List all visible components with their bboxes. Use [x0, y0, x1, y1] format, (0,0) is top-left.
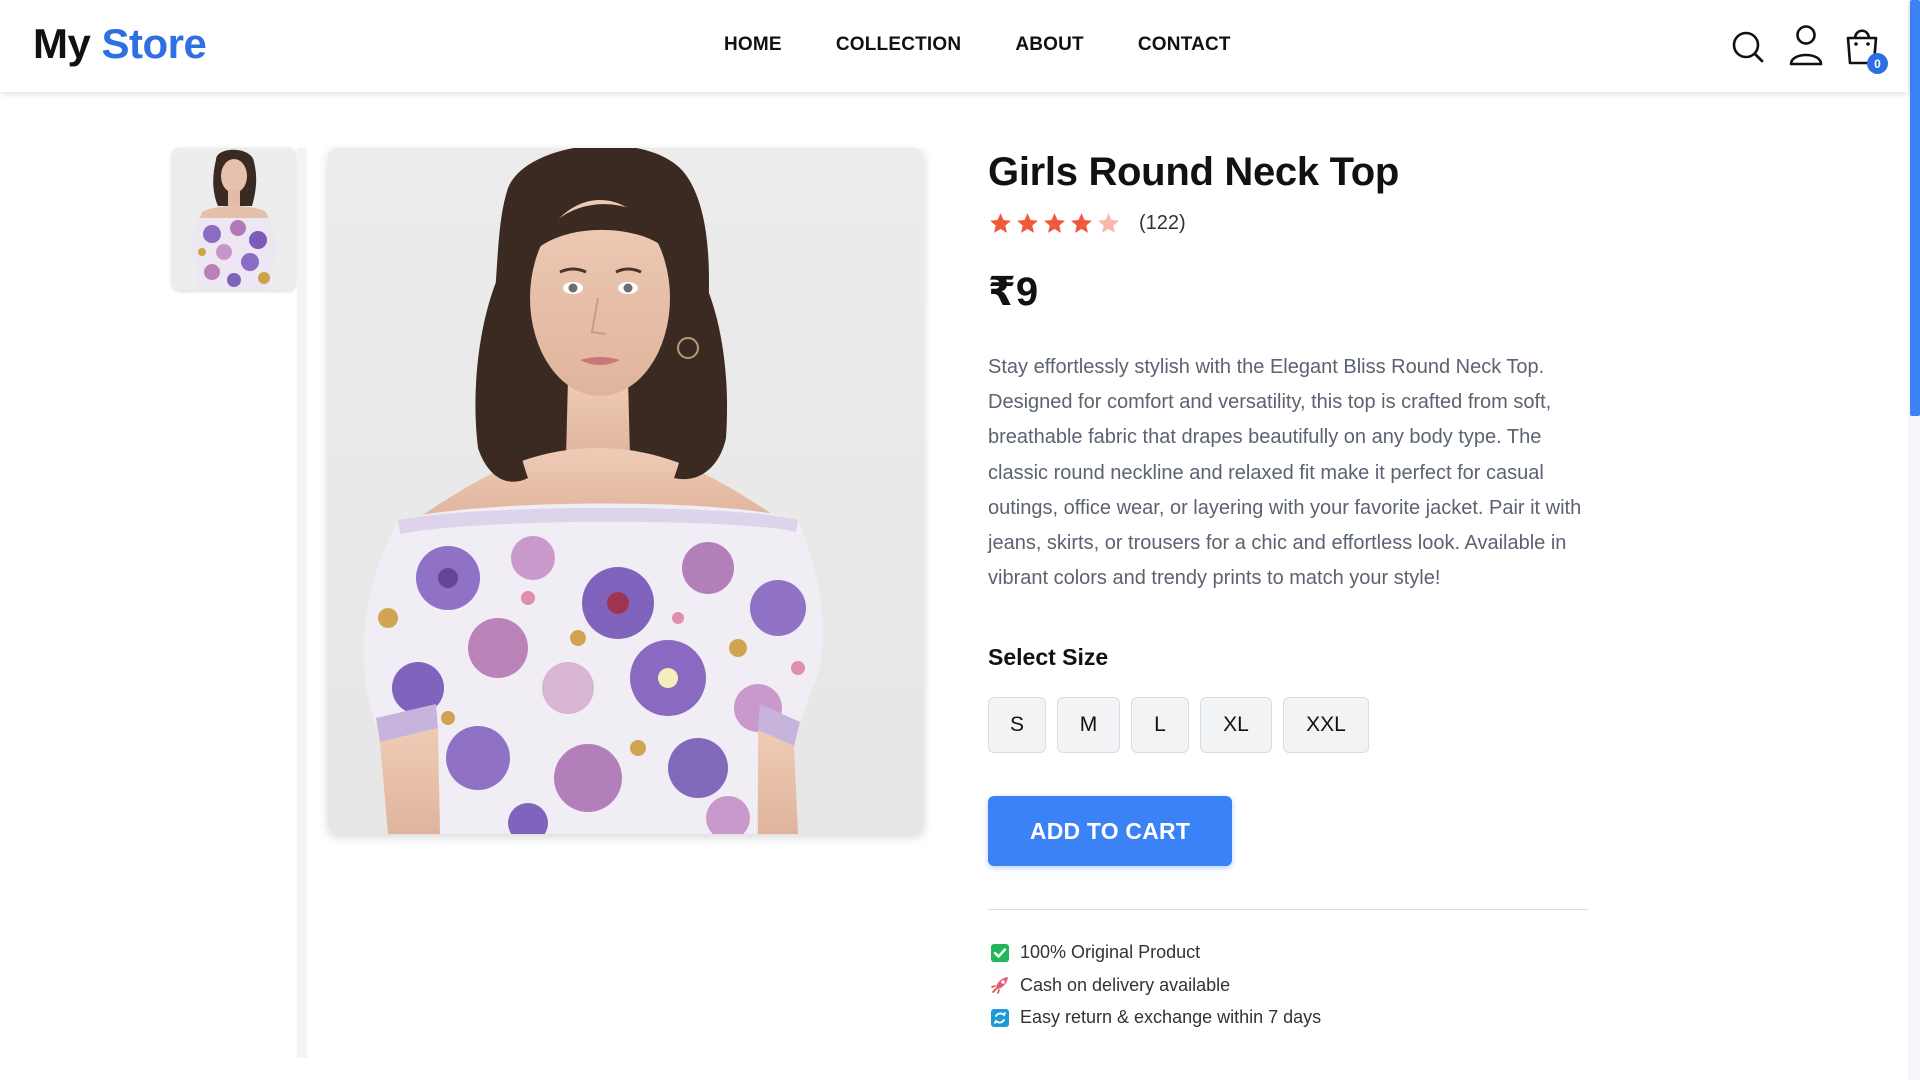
star-filled-icon: [990, 212, 1011, 233]
product-photo-main: [328, 148, 924, 834]
size-options: S M L XL XXL: [988, 697, 1588, 754]
perk-text: 100% Original Product: [1020, 942, 1201, 963]
main-nav: HOME COLLECTION ABOUT CONTACT: [724, 34, 1231, 56]
product-price: ₹9: [988, 270, 1039, 314]
add-to-cart-button[interactable]: ADD TO CART: [988, 796, 1232, 867]
rocket-icon: [990, 975, 1010, 995]
thumbnail-divider: [297, 148, 307, 1058]
product-thumbnail[interactable]: [172, 148, 296, 290]
rating-count: (122): [1139, 211, 1186, 234]
user-icon[interactable]: [1786, 22, 1826, 68]
site-header: My Store HOME COLLECTION ABOUT CONTACT 0: [0, 0, 1908, 92]
logo-text-accent: Store: [101, 20, 207, 67]
product-rating: (122): [988, 210, 1588, 236]
product-info: Girls Round Neck Top (122) ₹9 Stay effor…: [988, 148, 1588, 1034]
logo-text-primary: My: [33, 20, 91, 67]
star-empty-icon: [1098, 212, 1119, 233]
star-filled-icon: [1017, 212, 1038, 233]
scrollbar-thumb[interactable]: [1910, 0, 1920, 416]
star-filled-icon: [1044, 212, 1065, 233]
perk-item: 100% Original Product: [988, 936, 1588, 969]
nav-home-link[interactable]: HOME: [724, 34, 782, 56]
check-box-icon: [990, 943, 1010, 963]
star-filled-icon: [1071, 212, 1092, 233]
product-perks: 100% Original Product Cash on delivery a…: [988, 936, 1588, 1034]
search-icon[interactable]: [1728, 22, 1768, 68]
product-description: Stay effortlessly stylish with the Elega…: [988, 356, 1582, 590]
cart-count-badge: 0: [1867, 53, 1888, 74]
thumbnail-list: [172, 148, 308, 1058]
product-page: My Store HOME COLLECTION ABOUT CONTACT 0…: [0, 0, 1920, 1080]
product-photo-thumbnail: [172, 148, 296, 290]
size-section-label: Select Size: [988, 644, 1109, 671]
info-divider: [988, 909, 1588, 911]
exchange-icon: [990, 1008, 1010, 1028]
product-main-image[interactable]: [328, 148, 924, 834]
perk-item: Easy return & exchange within 7 days: [988, 1001, 1588, 1034]
perk-item: Cash on delivery available: [988, 969, 1588, 1002]
nav-about-link[interactable]: ABOUT: [1015, 34, 1084, 56]
nav-collection-link[interactable]: COLLECTION: [836, 34, 962, 56]
header-actions: 0: [1728, 22, 1898, 74]
size-button-l[interactable]: L: [1131, 697, 1189, 754]
size-button-xl[interactable]: XL: [1200, 697, 1272, 754]
size-button-xxl[interactable]: XXL: [1283, 697, 1369, 754]
perk-text: Cash on delivery available: [1020, 974, 1231, 995]
size-button-m[interactable]: M: [1057, 697, 1120, 754]
product-title: Girls Round Neck Top: [988, 150, 1400, 194]
store-logo[interactable]: My Store: [33, 20, 207, 68]
perk-text: Easy return & exchange within 7 days: [1020, 1007, 1322, 1028]
nav-contact-link[interactable]: CONTACT: [1138, 34, 1231, 56]
size-button-s[interactable]: S: [988, 697, 1046, 754]
